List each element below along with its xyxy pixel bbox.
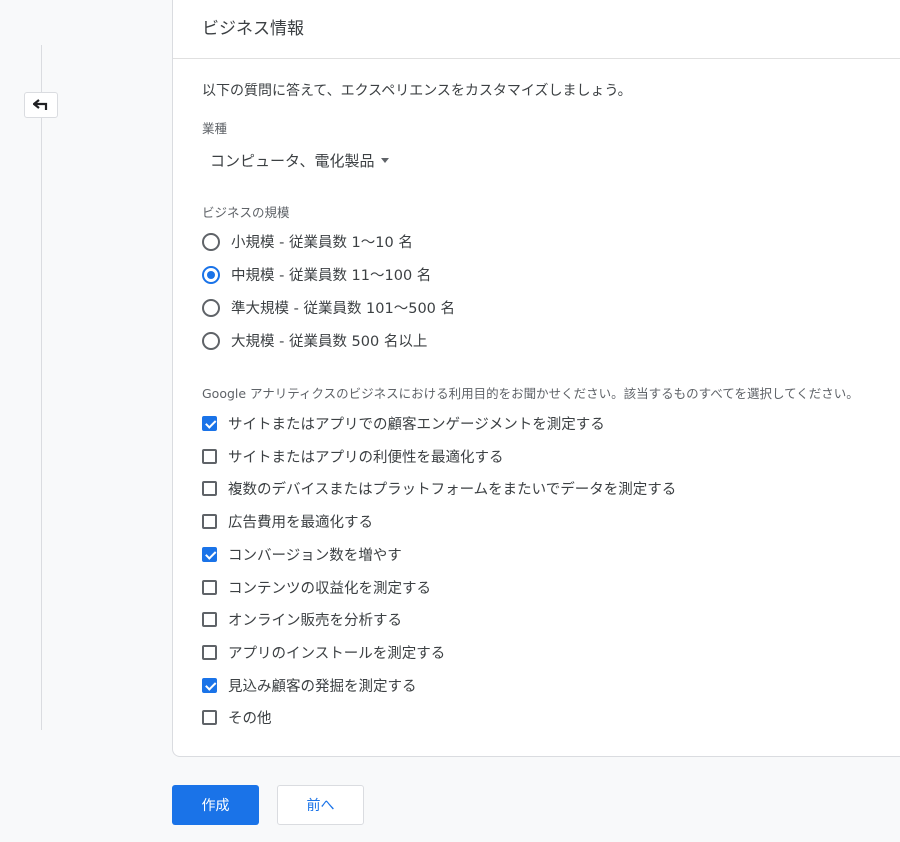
usage-option[interactable]: その他 [202, 707, 272, 728]
usage-option-label: サイトまたはアプリでの顧客エンゲージメントを測定する [228, 417, 605, 433]
intro-text: 以下の質問に答えて、エクスペリエンスをカスタマイズしましょう。 [202, 83, 632, 99]
usage-option[interactable]: 複数のデバイスまたはプラットフォームをまたいでデータを測定する [202, 478, 676, 499]
usage-option[interactable]: コンバージョン数を増やす [202, 544, 402, 565]
business-size-label: ビジネスの規模 [202, 205, 290, 220]
card-title: ビジネス情報 [173, 0, 900, 59]
industry-dropdown[interactable]: コンピュータ、電化製品 [210, 150, 389, 171]
radio-unselected-icon[interactable] [202, 298, 220, 317]
usage-option[interactable]: 見込み顧客の発掘を測定する [202, 675, 417, 696]
usage-option[interactable]: サイトまたはアプリでの顧客エンゲージメントを測定する [202, 413, 605, 434]
usage-option[interactable]: コンテンツの収益化を測定する [202, 577, 431, 598]
usage-option-label: オンライン販売を分析する [228, 613, 402, 630]
usage-option-label: 複数のデバイスまたはプラットフォームをまたいでデータを測定する [228, 482, 677, 499]
business-size-option[interactable]: 中規模 - 従業員数 11～100 名 [202, 264, 431, 285]
business-size-option-label: 小規模 - 従業員数 1～10 名 [231, 235, 413, 251]
usage-option-label: コンテンツの収益化を測定する [228, 580, 431, 597]
checkbox-unchecked-icon[interactable] [202, 644, 217, 660]
checkbox-unchecked-icon[interactable] [202, 710, 217, 726]
create-button[interactable]: 作成 [172, 785, 259, 825]
checkbox-unchecked-icon[interactable] [202, 579, 217, 595]
usage-option[interactable]: サイトまたはアプリの利便性を最適化する [202, 446, 504, 467]
usage-option[interactable]: アプリのインストールを測定する [202, 642, 445, 663]
checkbox-unchecked-icon[interactable] [202, 514, 217, 530]
business-size-option[interactable]: 準大規模 - 従業員数 101～500 名 [202, 297, 455, 318]
usage-label: Google アナリティクスのビジネスにおける利用目的をお聞かせください。該当す… [202, 386, 859, 401]
usage-option-label: アプリのインストールを測定する [228, 645, 446, 662]
usage-option-label: 見込み顧客の発掘を測定する [228, 678, 417, 695]
usage-option-label: その他 [228, 711, 272, 728]
radio-unselected-icon[interactable] [202, 331, 220, 350]
usage-option-label: サイトまたはアプリの利便性を最適化する [228, 449, 504, 466]
back-arrow-icon [33, 99, 48, 110]
checkbox-checked-icon[interactable] [202, 677, 217, 693]
checkbox-checked-icon[interactable] [202, 416, 217, 431]
business-size-option[interactable]: 小規模 - 従業員数 1～10 名 [202, 231, 413, 252]
business-size-option-label: 中規模 - 従業員数 11～100 名 [231, 268, 432, 284]
business-info-card: ビジネス情報 以下の質問に答えて、エクスペリエンスをカスタマイズしましょう。 業… [172, 0, 900, 757]
radio-selected-icon[interactable] [202, 265, 220, 284]
industry-label: 業種 [202, 121, 228, 136]
checkbox-checked-icon[interactable] [202, 546, 217, 562]
business-size-option[interactable]: 大規模 - 従業員数 500 名以上 [202, 330, 427, 351]
checkbox-unchecked-icon[interactable] [202, 448, 217, 464]
caret-down-icon [380, 158, 389, 163]
business-size-option-label: 大規模 - 従業員数 500 名以上 [231, 334, 428, 350]
radio-unselected-icon[interactable] [202, 232, 220, 251]
usage-option[interactable]: オンライン販売を分析する [202, 609, 402, 630]
usage-option-label: コンバージョン数を増やす [228, 547, 402, 564]
checkbox-unchecked-icon[interactable] [202, 612, 217, 628]
usage-option[interactable]: 広告費用を最適化する [202, 511, 373, 532]
business-size-option-label: 準大規模 - 従業員数 101～500 名 [231, 301, 456, 317]
previous-button[interactable]: 前へ [277, 785, 364, 825]
checkbox-unchecked-icon[interactable] [202, 481, 217, 497]
step-rail [41, 45, 42, 730]
industry-selected-value: コンピュータ、電化製品 [210, 152, 375, 170]
back-button[interactable] [24, 92, 58, 118]
usage-option-label: 広告費用を最適化する [228, 515, 373, 532]
